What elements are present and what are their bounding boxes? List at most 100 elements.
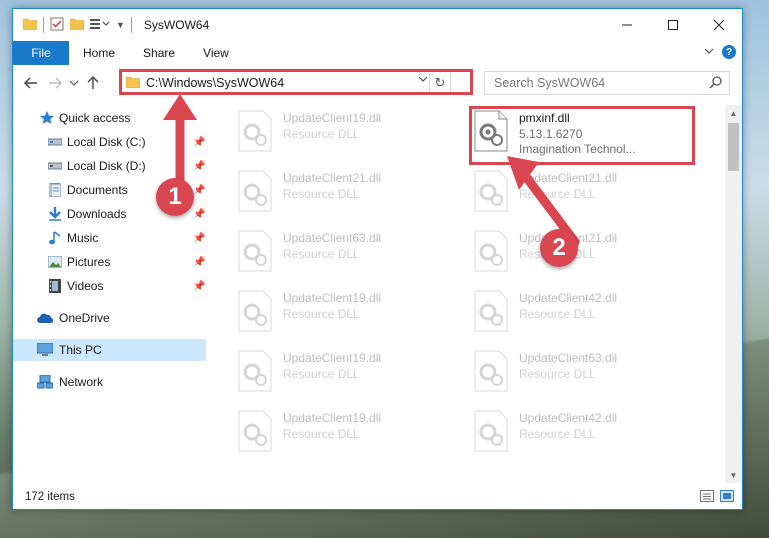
large-icons-view-icon[interactable] — [720, 490, 734, 505]
dll-file-icon — [238, 410, 272, 452]
file-type: Resource DLL — [283, 187, 360, 201]
search-input[interactable]: Search SysWOW64 — [494, 76, 605, 90]
file-list: UpdateClient19.dll Resource DLL UpdateCl… — [208, 105, 724, 485]
sidebar-item-label: Network — [59, 375, 104, 389]
pin-icon[interactable]: 📌 — [193, 233, 205, 244]
tab-home[interactable]: Home — [69, 41, 129, 65]
file-name: UpdateClient19.dll — [283, 411, 382, 425]
file-type: Resource DLL — [519, 427, 596, 441]
sidebar-item-label: Local Disk (D:) — [67, 159, 146, 173]
documents-icon — [47, 182, 63, 198]
scroll-down-icon[interactable]: ▼ — [725, 467, 742, 483]
list-item[interactable]: UpdateClient19.dll Resource DLL — [208, 345, 438, 399]
drive-icon — [47, 134, 63, 150]
customize-toolbar-icon[interactable] — [90, 18, 110, 33]
list-item[interactable]: UpdateClient19.dll Resource DLL — [208, 105, 438, 159]
maximize-button[interactable] — [650, 9, 696, 41]
sidebar-item-videos[interactable]: Videos 📌 — [13, 275, 206, 297]
sidebar-item-network[interactable]: Network — [13, 371, 206, 393]
file-type: Resource DLL — [283, 127, 360, 141]
list-item[interactable]: UpdateClient42.dll Resource DLL — [444, 285, 674, 339]
new-folder-icon[interactable] — [69, 18, 85, 33]
list-item[interactable]: UpdateClient63.dll Resource DLL — [444, 345, 674, 399]
list-item[interactable]: UpdateClient63.dll Resource DLL — [208, 225, 438, 279]
sidebar-item-onedrive[interactable]: OneDrive — [13, 307, 206, 329]
sidebar-item-label: Videos — [67, 279, 104, 293]
videos-icon — [47, 278, 63, 294]
pin-icon[interactable]: 📌 — [193, 257, 205, 268]
sidebar-item-music[interactable]: Music 📌 — [13, 227, 206, 249]
file-name: UpdateClient42.dll — [519, 291, 618, 305]
sidebar-item-this-pc[interactable]: This PC — [13, 339, 206, 361]
minimize-button[interactable] — [604, 9, 650, 41]
sidebar-item-pictures[interactable]: Pictures 📌 — [13, 251, 206, 273]
pin-icon[interactable]: 📌 — [193, 281, 205, 292]
file-name: UpdateClient63.dll — [519, 351, 618, 365]
list-item[interactable]: UpdateClient21.dll Resource DLL — [208, 165, 438, 219]
toolbar-divider — [130, 17, 132, 33]
network-icon — [37, 374, 53, 390]
sidebar-item-label: Quick access — [59, 111, 131, 125]
tab-view[interactable]: View — [189, 41, 243, 65]
sidebar-item-label: Music — [67, 231, 99, 245]
pin-icon[interactable]: 📌 — [193, 209, 205, 220]
explorer-window: ▼ SysWOW64 File Home Share View ? C:\Win… — [12, 8, 743, 510]
cloud-icon — [37, 310, 53, 326]
file-name: UpdateClient19.dll — [283, 111, 382, 125]
dll-file-icon — [238, 230, 272, 272]
list-item[interactable]: UpdateClient19.dll Resource DLL — [208, 285, 438, 339]
file-name: UpdateClient21.dll — [283, 171, 382, 185]
title-bar: ▼ SysWOW64 — [13, 9, 742, 41]
back-button[interactable] — [19, 71, 43, 95]
up-button[interactable] — [81, 71, 105, 95]
tab-file[interactable]: File — [13, 41, 69, 65]
file-name: UpdateClient19.dll — [283, 351, 382, 365]
dll-file-icon — [238, 290, 272, 332]
sidebar-item-label: OneDrive — [59, 311, 110, 325]
sidebar-item-label: Documents — [67, 183, 128, 197]
dll-file-icon — [474, 170, 508, 212]
file-type: Resource DLL — [519, 307, 596, 321]
list-item[interactable]: UpdateClient19.dll Resource DLL — [208, 405, 438, 459]
sidebar-item-label: Pictures — [67, 255, 111, 269]
tab-share[interactable]: Share — [129, 41, 189, 65]
annotation-step-1-badge: 1 — [156, 178, 194, 216]
file-type: Resource DLL — [283, 367, 360, 381]
dll-file-icon — [474, 410, 508, 452]
star-icon — [39, 110, 55, 126]
ribbon-right-controls: ? — [704, 45, 736, 59]
search-box[interactable]: Search SysWOW64 — [484, 71, 730, 95]
dll-file-icon — [474, 350, 508, 392]
window-controls — [604, 9, 742, 41]
view-toggles — [700, 490, 734, 505]
recent-locations-button[interactable] — [67, 71, 81, 95]
list-item[interactable]: UpdateClient42.dll Resource DLL — [444, 405, 674, 459]
dll-file-icon — [238, 350, 272, 392]
folder-icon — [22, 18, 38, 33]
download-icon — [47, 206, 63, 222]
properties-icon[interactable] — [50, 17, 64, 34]
file-type: Resource DLL — [283, 307, 360, 321]
drive-icon — [47, 158, 63, 174]
toolbar-divider — [43, 17, 44, 33]
search-icon[interactable] — [709, 75, 723, 92]
details-view-icon[interactable] — [700, 490, 714, 505]
expand-ribbon-icon[interactable] — [704, 45, 714, 59]
sidebar-item-label: Downloads — [67, 207, 127, 221]
close-button[interactable] — [696, 9, 742, 41]
sidebar-item-label: This PC — [59, 343, 102, 357]
scroll-thumb[interactable] — [728, 123, 739, 171]
forward-button[interactable] — [43, 71, 67, 95]
window-title: SysWOW64 — [143, 18, 210, 32]
file-type: Resource DLL — [283, 427, 360, 441]
file-type: Resource DLL — [519, 367, 596, 381]
file-name: UpdateClient42.dll — [519, 411, 618, 425]
help-icon[interactable]: ? — [722, 45, 736, 59]
chevron-down-icon[interactable]: ▼ — [116, 20, 125, 30]
quick-access-toolbar: ▼ — [13, 17, 132, 34]
vertical-scrollbar[interactable]: ▲ ▼ — [725, 105, 742, 483]
dll-file-icon — [238, 110, 272, 152]
scroll-up-icon[interactable]: ▲ — [725, 105, 742, 121]
pictures-icon — [47, 254, 63, 270]
sidebar-item-label: Local Disk (C:) — [67, 135, 146, 149]
